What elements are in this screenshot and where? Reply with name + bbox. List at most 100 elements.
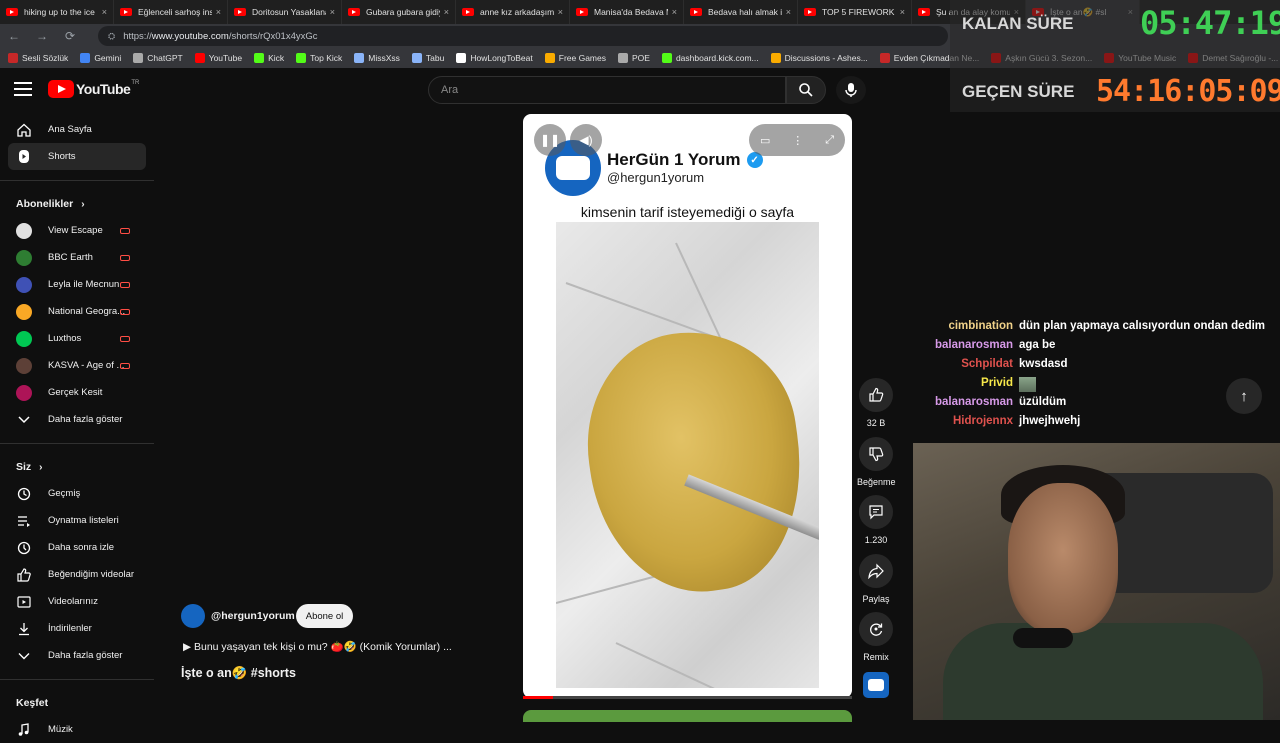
youtube-favicon-icon bbox=[6, 8, 18, 16]
chat-username: balanarosman bbox=[935, 339, 1013, 351]
show-more-button[interactable]: Daha fazla göster bbox=[0, 642, 146, 669]
like-button[interactable]: 32 B bbox=[857, 378, 895, 428]
reload-button[interactable]: ⟳ bbox=[56, 29, 84, 43]
close-tab-icon[interactable]: × bbox=[900, 7, 905, 17]
sidebar-item-watch-later[interactable]: Daha sonra izle bbox=[0, 534, 146, 561]
bookmark-label: Gemini bbox=[94, 53, 122, 63]
thumbs-up-icon bbox=[869, 387, 884, 402]
bookmark-item[interactable]: Discussions - Ashes... bbox=[770, 53, 868, 63]
search-button[interactable] bbox=[786, 76, 826, 104]
subscription-item[interactable]: Gerçek Kesit bbox=[0, 379, 146, 406]
sidebar-item-label: Müzik bbox=[48, 724, 73, 735]
browser-tab[interactable]: Manisa'da Bedava M × bbox=[570, 0, 684, 24]
channel-avatar bbox=[16, 249, 32, 266]
fullscreen-button[interactable]: ⤢ bbox=[825, 134, 834, 147]
channel-thumbnail[interactable] bbox=[863, 672, 889, 698]
sidebar-item-label: Oynatma listeleri bbox=[48, 515, 119, 526]
comments-button[interactable]: 1.230 bbox=[857, 495, 895, 545]
bookmark-item[interactable]: ChatGPT bbox=[133, 53, 183, 63]
browser-tab[interactable]: Eğlenceli sarhoş insa × bbox=[114, 0, 228, 24]
youtube-logo[interactable]: YouTube TR bbox=[48, 80, 139, 98]
next-short-preview[interactable] bbox=[523, 710, 852, 722]
volume-button[interactable]: ◀) bbox=[570, 124, 602, 156]
share-button[interactable]: Paylaş bbox=[857, 554, 895, 604]
scroll-up-button[interactable]: ↑ bbox=[1226, 378, 1262, 414]
bookmark-item[interactable]: Sesli Sözlük bbox=[8, 53, 68, 63]
browser-tab[interactable]: TOP 5 FIREWORK D × bbox=[798, 0, 912, 24]
subscription-item[interactable]: BBC Earth bbox=[0, 244, 146, 271]
bookmark-item[interactable]: Gemini bbox=[80, 53, 121, 63]
sidebar-item-label: Beğendiğim videolar bbox=[48, 569, 135, 580]
browser-tab[interactable]: anne kız arkadaşım × bbox=[456, 0, 570, 24]
close-tab-icon[interactable]: × bbox=[330, 7, 335, 17]
subscription-item[interactable]: View Escape bbox=[0, 217, 146, 244]
tab-title: Eğlenceli sarhoş insa bbox=[138, 7, 212, 17]
bookmark-item[interactable]: Kick bbox=[254, 53, 284, 63]
bookmark-item[interactable]: dashboard.kick.com... bbox=[661, 53, 759, 63]
voice-search-button[interactable] bbox=[836, 76, 866, 104]
youtube-favicon-icon bbox=[918, 8, 930, 16]
sidebar-item-shorts[interactable]: Shorts bbox=[8, 143, 146, 170]
remix-button[interactable]: Remix bbox=[857, 612, 895, 662]
menu-icon[interactable] bbox=[14, 82, 32, 96]
you-heading[interactable]: Siz › bbox=[0, 454, 154, 480]
short-description[interactable]: ▶ Bunu yaşayan tek kişi o mu? 🍅🤣 (Komik … bbox=[183, 640, 452, 653]
bookmark-item[interactable]: POE bbox=[618, 53, 650, 63]
browser-tab[interactable]: Gubara gubara gidiy × bbox=[342, 0, 456, 24]
more-options-button[interactable]: ⋮ bbox=[792, 134, 803, 147]
bookmark-item[interactable]: Free Games bbox=[544, 53, 606, 63]
browser-tab[interactable]: Bedava halı almak is × bbox=[684, 0, 798, 24]
shorts-player[interactable]: HerGün 1 Yorum ✓ @hergun1yorum kimsenin t… bbox=[523, 114, 852, 698]
tab-title: anne kız arkadaşım bbox=[480, 7, 554, 17]
remix-icon bbox=[870, 623, 883, 636]
subscription-item[interactable]: KASVA - Age of ... bbox=[0, 352, 146, 379]
subscription-item[interactable]: Luxthos bbox=[0, 325, 146, 352]
subscription-item[interactable]: Leyla ile Mecnun bbox=[0, 271, 146, 298]
dislike-label: Beğenme bbox=[857, 477, 896, 487]
back-button[interactable]: ← bbox=[0, 29, 28, 43]
watch-later-icon bbox=[16, 540, 32, 556]
youtube-favicon-icon bbox=[804, 8, 816, 16]
pause-button[interactable]: ❚❚ bbox=[534, 124, 566, 156]
subscribe-button[interactable]: Abone ol bbox=[296, 604, 353, 628]
bookmark-item[interactable]: Top Kick bbox=[296, 53, 342, 63]
close-tab-icon[interactable]: × bbox=[216, 7, 221, 17]
close-tab-icon[interactable]: × bbox=[102, 7, 107, 17]
address-bar[interactable]: ⛭ https://www.youtube.com/shorts/rQx01x4… bbox=[98, 26, 948, 46]
forward-button[interactable]: → bbox=[28, 29, 56, 43]
bookmark-item[interactable]: YouTube bbox=[194, 53, 242, 63]
sidebar-item-download[interactable]: İndirilenler bbox=[0, 615, 146, 642]
captions-button[interactable]: ▭ bbox=[760, 134, 770, 147]
subscription-item[interactable]: National Geogra... bbox=[0, 298, 146, 325]
subscription-label: KASVA - Age of ... bbox=[48, 360, 125, 371]
close-tab-icon[interactable]: × bbox=[558, 7, 563, 17]
sidebar-item-liked[interactable]: Beğendiğim videolar bbox=[0, 561, 146, 588]
remaining-time-label: KALAN SÜRE bbox=[962, 14, 1074, 33]
sidebar-item-history[interactable]: Geçmiş bbox=[0, 480, 146, 507]
browser-tab[interactable]: hiking up to the ice × bbox=[0, 0, 114, 24]
close-tab-icon[interactable]: × bbox=[444, 7, 449, 17]
sidebar-item-label: Daha sonra izle bbox=[48, 542, 115, 553]
video-progress-bar[interactable] bbox=[523, 696, 852, 699]
sidebar-item-your-videos[interactable]: Videolarınız bbox=[0, 588, 146, 615]
bookmark-item[interactable]: Tabu bbox=[411, 53, 444, 63]
bookmark-item[interactable]: HowLongToBeat bbox=[456, 53, 533, 63]
close-tab-icon[interactable]: × bbox=[672, 7, 677, 17]
search-input[interactable]: Ara bbox=[428, 76, 786, 104]
dislike-button[interactable]: Beğenme bbox=[857, 437, 896, 487]
channel-handle[interactable]: @hergun1yorum bbox=[211, 610, 295, 622]
bookmark-item[interactable]: MissXss bbox=[354, 53, 400, 63]
microphone bbox=[1013, 628, 1073, 648]
channel-avatar[interactable] bbox=[181, 604, 205, 628]
sidebar-item-home[interactable]: Ana Sayfa bbox=[0, 116, 146, 143]
close-tab-icon[interactable]: × bbox=[786, 7, 791, 17]
bookmark-favicon-icon bbox=[133, 53, 144, 63]
comment-count: 1.230 bbox=[864, 535, 888, 545]
sidebar-item-playlist[interactable]: Oynatma listeleri bbox=[0, 507, 146, 534]
subscriptions-heading[interactable]: Abonelikler › bbox=[0, 191, 154, 217]
sidebar-item-music[interactable]: Müzik bbox=[0, 716, 146, 743]
post-author-handle: @hergun1yorum bbox=[607, 170, 705, 185]
browser-tab[interactable]: Doritosun Yasaklanan × bbox=[228, 0, 342, 24]
site-info-icon[interactable]: ⛭ bbox=[108, 31, 115, 42]
show-more-subscriptions[interactable]: Daha fazla göster bbox=[0, 406, 146, 433]
